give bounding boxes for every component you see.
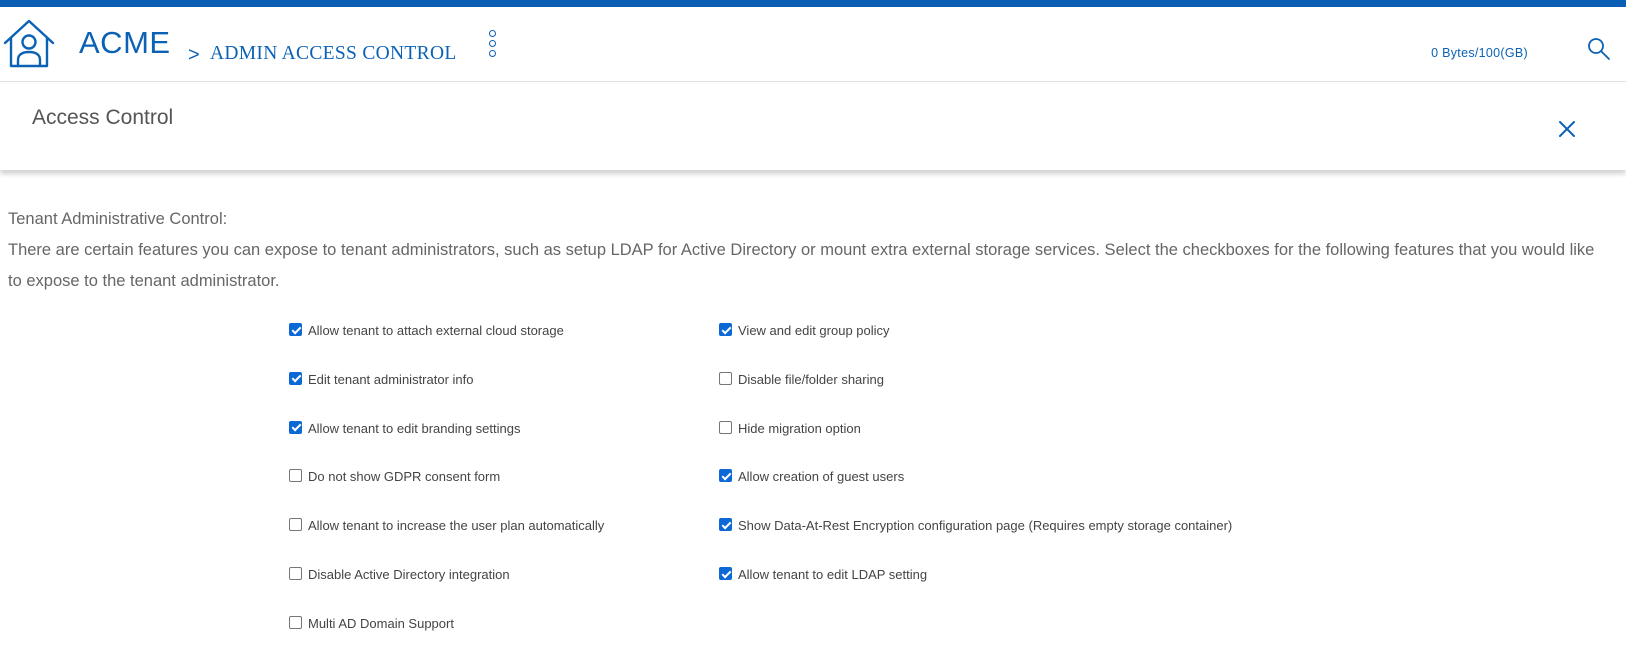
option-label: Multi AD Domain Support [308, 615, 454, 631]
brand-name[interactable]: ACME [79, 25, 171, 61]
option-checkbox[interactable] [289, 469, 302, 483]
option-checkbox[interactable] [289, 323, 302, 336]
top-accent-bar [0, 0, 1626, 7]
breadcrumb-separator: > [188, 44, 200, 66]
breadcrumb: ADMIN ACCESS CONTROL [210, 43, 457, 64]
checkbox-option[interactable]: Allow creation of guest users [719, 469, 904, 484]
description: Tenant Administrative Control: There are… [8, 204, 1608, 297]
option-checkbox[interactable] [719, 420, 732, 434]
option-label: Allow tenant to increase the user plan a… [308, 518, 605, 534]
checkbox-option[interactable]: View and edit group policy [719, 323, 890, 338]
access-control-panel: Access Control [0, 82, 1626, 170]
checkbox-option[interactable]: Disable Active Directory integration [289, 567, 510, 582]
option-checkbox[interactable] [719, 567, 732, 580]
checkbox-option[interactable]: Allow tenant to edit branding settings [289, 420, 521, 436]
option-checkbox[interactable] [719, 518, 732, 532]
option-label: Edit tenant administrator info [308, 371, 474, 387]
kebab-menu-icon[interactable] [486, 30, 498, 60]
option-label: Disable file/folder sharing [738, 371, 884, 387]
checkbox-option[interactable]: Allow tenant to increase the user plan a… [289, 518, 604, 533]
option-label: View and edit group policy [738, 323, 890, 338]
checkbox-option[interactable]: Hide migration option [719, 420, 861, 436]
option-checkbox[interactable] [289, 615, 302, 629]
checkbox-option[interactable]: Do not show GDPR consent form [289, 469, 500, 484]
option-checkbox[interactable] [289, 567, 302, 580]
option-checkbox[interactable] [719, 371, 732, 385]
section-description: There are certain features you can expos… [8, 241, 1595, 290]
option-label: Do not show GDPR consent form [308, 469, 501, 485]
checkbox-option[interactable]: Multi AD Domain Support [289, 615, 454, 631]
option-checkbox[interactable] [289, 420, 302, 434]
option-checkbox[interactable] [719, 323, 732, 336]
option-checkbox[interactable] [719, 469, 732, 483]
option-label: Allow tenant to edit branding settings [308, 420, 521, 436]
option-label: Allow creation of guest users [738, 469, 905, 485]
checkbox-option[interactable]: Disable file/folder sharing [719, 371, 884, 387]
option-label: Hide migration option [738, 420, 861, 436]
section-heading: Tenant Administrative Control: [8, 210, 228, 228]
option-checkbox[interactable] [289, 518, 302, 532]
storage-usage: 0 Bytes/100(GB) [1431, 46, 1528, 60]
option-label: Allow tenant to attach external cloud st… [308, 323, 564, 338]
option-checkbox[interactable] [289, 371, 302, 385]
option-label: Allow tenant to edit LDAP setting [738, 567, 928, 582]
search-icon[interactable] [1587, 37, 1611, 61]
option-label: Disable Active Directory integration [308, 567, 510, 582]
app-header: ACME > ADMIN ACCESS CONTROL 0 Bytes/100(… [0, 7, 1626, 82]
checkbox-option[interactable]: Show Data-At-Rest Encryption configurati… [719, 518, 1232, 533]
checkbox-option[interactable]: Edit tenant administrator info [289, 371, 474, 387]
option-label: Show Data-At-Rest Encryption configurati… [738, 518, 1233, 534]
close-icon[interactable] [1557, 119, 1577, 139]
home-icon[interactable] [2, 18, 56, 70]
checkbox-option[interactable]: Allow tenant to edit LDAP setting [719, 567, 927, 582]
checkbox-option[interactable]: Allow tenant to attach external cloud st… [289, 323, 564, 338]
page-title: Access Control [32, 106, 174, 129]
